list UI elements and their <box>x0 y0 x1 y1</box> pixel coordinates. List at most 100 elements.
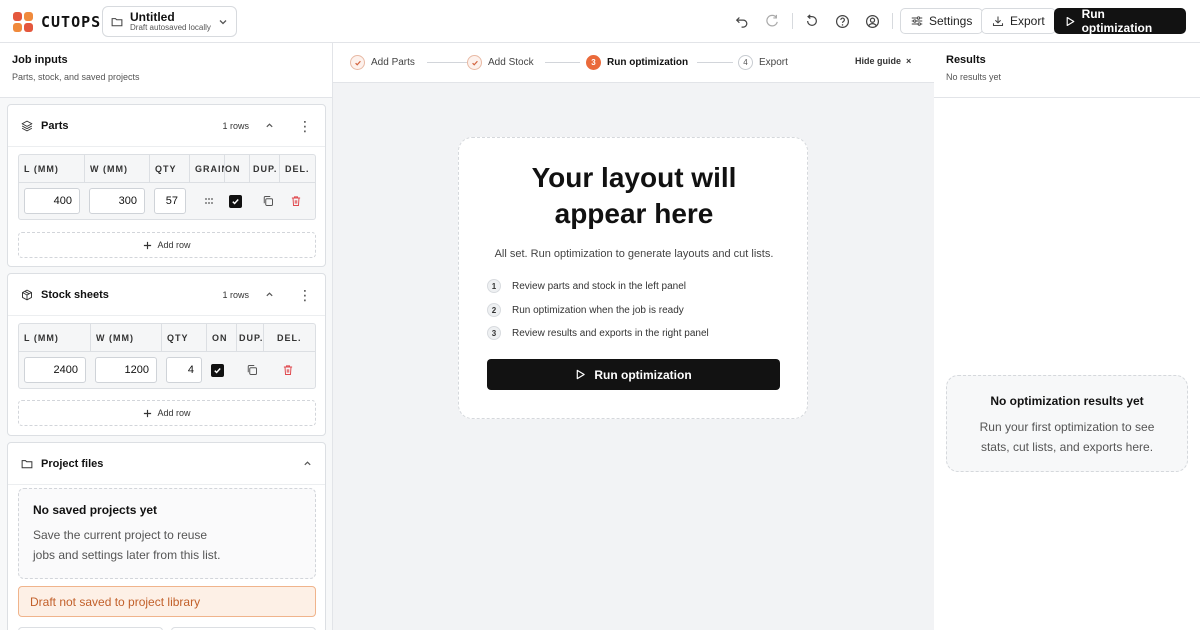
stock-length-input[interactable]: 2400 <box>24 357 86 383</box>
play-icon <box>577 369 586 380</box>
part-length-input[interactable]: 400 <box>24 188 80 214</box>
saved-projects-empty-state: No saved projects yet Save the current p… <box>18 488 316 579</box>
stock-qty-input[interactable]: 4 <box>166 357 202 383</box>
step-export[interactable]: 4 Export <box>738 55 788 70</box>
project-files-card: Project files No saved projects yet Save… <box>7 442 326 630</box>
column-header: QTY <box>150 155 190 183</box>
step-run-optimization[interactable]: 3 Run optimization <box>586 55 688 70</box>
parts-rows-count: 1 rows <box>222 120 249 131</box>
undo-icon[interactable] <box>733 12 751 30</box>
run-optimization-label: Run optimization <box>1081 7 1153 35</box>
chevron-up-icon[interactable] <box>265 290 274 299</box>
stock-card: Stock sheets 1 rows ⋮ L (MM) W (MM) QTY … <box>7 273 326 436</box>
empty-description: Save the current project to reuse jobs a… <box>33 526 301 566</box>
project-status: Draft autosaved locally <box>130 22 211 32</box>
account-icon[interactable] <box>863 12 881 30</box>
chevron-up-icon[interactable] <box>303 459 312 468</box>
draft-warning-banner: Draft not saved to project library <box>18 586 316 617</box>
layers-icon <box>21 120 33 131</box>
results-panel: Results No results yet No optimization r… <box>934 43 1200 630</box>
check-icon <box>232 199 239 205</box>
project-switcher[interactable]: Untitled Draft autosaved locally <box>102 6 237 37</box>
parts-add-row-button[interactable]: Add row <box>18 232 316 258</box>
column-header: DUP. <box>250 155 280 183</box>
plus-icon <box>144 409 152 417</box>
results-subtitle: No results yet <box>946 72 1002 82</box>
part-enabled-checkbox[interactable] <box>229 195 242 208</box>
step-connector <box>697 62 733 63</box>
app-logo[interactable]: CUTOPS <box>13 12 101 32</box>
parts-table: L (MM) W (MM) QTY GRAIN ON DUP. DEL. 400… <box>18 154 316 220</box>
empty-desc-line: Save the current project to reuse <box>33 528 208 542</box>
step-label: Add Parts <box>371 57 415 68</box>
settings-button[interactable]: Settings <box>900 8 984 34</box>
placeholder-subtitle: All set. Run optimization to generate la… <box>494 248 774 260</box>
column-header: DEL. <box>277 333 302 343</box>
results-empty-state: No optimization results yet Run your fir… <box>946 375 1188 472</box>
stock-add-row-button[interactable]: Add row <box>18 400 316 426</box>
stock-card-header[interactable]: Stock sheets 1 rows ⋮ <box>8 274 325 316</box>
chevron-down-icon <box>219 19 227 24</box>
results-empty-line: Run your first optimization to see <box>979 420 1155 434</box>
duplicate-icon[interactable] <box>245 363 259 377</box>
stock-table: L (MM) W (MM) QTY ON DUP. DEL. 2400 1200… <box>18 323 316 389</box>
redo-icon[interactable] <box>763 12 781 30</box>
step-number: 3 <box>586 55 601 70</box>
play-icon <box>1066 16 1075 26</box>
job-inputs-header: Job inputs Parts, stock, and saved proje… <box>0 43 332 98</box>
column-header: L (MM) <box>19 324 91 352</box>
project-files-header[interactable]: Project files <box>8 443 325 485</box>
step-add-parts[interactable]: Add Parts <box>350 55 415 70</box>
guide-step-number: 1 <box>487 279 501 293</box>
heading-line: Your layout will <box>531 162 737 193</box>
parts-table-header: L (MM) W (MM) QTY GRAIN ON DUP. DEL. <box>19 155 315 183</box>
settings-label: Settings <box>929 14 973 28</box>
step-number: 4 <box>738 55 753 70</box>
delete-icon[interactable] <box>281 363 295 377</box>
stock-title: Stock sheets <box>41 288 109 301</box>
step-connector <box>545 62 580 63</box>
project-files-title: Project files <box>41 457 104 470</box>
export-label: Export <box>1010 14 1045 28</box>
guide-step-number: 3 <box>487 326 501 340</box>
column-header: ON <box>207 324 237 352</box>
download-icon <box>992 16 1004 27</box>
results-empty-title: No optimization results yet <box>990 394 1144 408</box>
part-qty-input[interactable]: 57 <box>154 188 186 214</box>
guide-step: 3 Review results and exports in the righ… <box>487 326 709 340</box>
close-icon: × <box>906 56 912 66</box>
stock-table-header: L (MM) W (MM) QTY ON DUP. DEL. <box>19 324 315 352</box>
help-icon[interactable] <box>833 12 851 30</box>
add-row-label: Add row <box>157 408 191 418</box>
delete-icon[interactable] <box>289 194 303 208</box>
reset-icon[interactable] <box>803 12 821 30</box>
logo-mark-icon <box>13 12 33 32</box>
column-header: GRAIN <box>190 155 225 183</box>
stock-width-input[interactable]: 1200 <box>95 357 157 383</box>
part-width-input[interactable]: 300 <box>89 188 145 214</box>
export-button[interactable]: Export <box>981 8 1056 34</box>
duplicate-icon[interactable] <box>261 194 275 208</box>
column-header: DUP. <box>237 324 264 352</box>
parts-card-header[interactable]: Parts 1 rows ⋮ <box>8 105 325 147</box>
step-add-stock[interactable]: Add Stock <box>467 55 534 70</box>
more-vertical-icon[interactable]: ⋮ <box>298 288 312 302</box>
empty-title: No saved projects yet <box>33 503 158 517</box>
step-label: Run optimization <box>607 57 689 68</box>
job-inputs-title: Job inputs <box>12 54 68 66</box>
more-vertical-icon[interactable]: ⋮ <box>298 119 312 133</box>
hide-guide-button[interactable]: Hide guide × <box>855 56 911 66</box>
grain-icon[interactable] <box>202 194 216 208</box>
hide-guide-label: Hide guide <box>855 56 902 66</box>
header-divider <box>792 13 793 29</box>
parts-card: Parts 1 rows ⋮ L (MM) W (MM) QTY GRAIN O… <box>7 104 326 267</box>
run-optimization-cta-label: Run optimization <box>594 367 692 382</box>
stock-enabled-checkbox[interactable] <box>211 364 224 377</box>
layout-canvas: Add Parts Add Stock 3 Run optimization 4… <box>333 43 934 630</box>
run-optimization-button[interactable]: Run optimization <box>1054 7 1186 35</box>
chevron-up-icon[interactable] <box>265 121 274 130</box>
column-header: DEL. <box>285 164 310 174</box>
run-optimization-cta-button[interactable]: Run optimization <box>487 359 780 390</box>
empty-desc-line: jobs and settings later from this list. <box>33 547 221 562</box>
results-header: Results No results yet <box>934 43 1200 98</box>
